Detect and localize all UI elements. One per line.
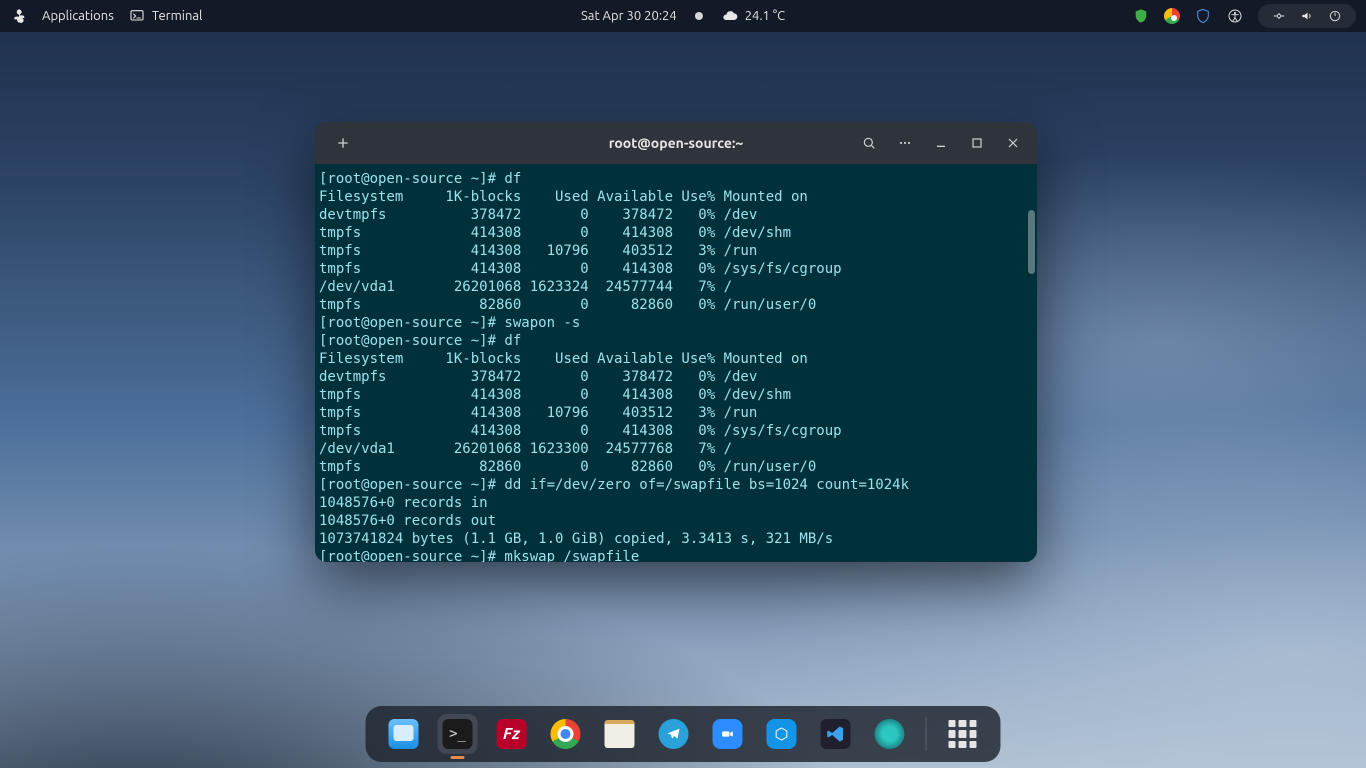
vscode-icon: [821, 719, 851, 749]
cloud-icon: [721, 7, 739, 25]
volume-icon: [1298, 7, 1316, 25]
apps-grid-icon: [949, 720, 977, 748]
running-indicator: [451, 756, 465, 759]
syncthing-icon: [767, 719, 797, 749]
dock-app-vscode[interactable]: [816, 714, 856, 754]
clock[interactable]: Sat Apr 30 20:24: [581, 9, 677, 23]
notification-dot-icon: [695, 12, 703, 20]
telegram-icon: [659, 719, 689, 749]
shield-tray-icon[interactable]: [1194, 7, 1212, 25]
applications-menu[interactable]: Applications: [42, 9, 114, 23]
window-titlebar[interactable]: root@open-source:~: [315, 122, 1037, 164]
system-status-area[interactable]: [1258, 4, 1356, 28]
power-icon: [1326, 7, 1344, 25]
terminal-viewport[interactable]: [root@open-source ~]# df Filesystem 1K-b…: [315, 164, 1037, 562]
text-editor-icon: [605, 720, 635, 748]
dock: >_ Fz: [366, 706, 1001, 762]
settings-icon: [875, 719, 905, 749]
dock-app-chrome[interactable]: [546, 714, 586, 754]
new-tab-button[interactable]: [327, 128, 359, 158]
terminal-window: root@open-source:~ [root@open-source ~]#…: [315, 122, 1037, 562]
zoom-icon: [713, 719, 743, 749]
terminal-icon: >_: [443, 719, 473, 749]
terminal-output: [root@open-source ~]# df Filesystem 1K-b…: [319, 170, 1031, 562]
files-icon: [389, 719, 419, 749]
maximize-button[interactable]: [961, 128, 993, 158]
dock-app-show-applications[interactable]: [943, 714, 983, 754]
search-button[interactable]: [853, 128, 885, 158]
open-app-label: Terminal: [152, 9, 203, 23]
dock-app-terminal[interactable]: >_: [438, 714, 478, 754]
open-app-indicator[interactable]: Terminal: [128, 7, 203, 25]
dock-separator: [926, 717, 927, 751]
scrollbar-thumb[interactable]: [1028, 210, 1035, 274]
weather-indicator[interactable]: 24.1 °C: [721, 7, 785, 25]
dock-app-zoom[interactable]: [708, 714, 748, 754]
filezilla-icon: Fz: [497, 719, 527, 749]
minimize-button[interactable]: [925, 128, 957, 158]
dock-app-settings[interactable]: [870, 714, 910, 754]
terminal-indicator-icon: [128, 7, 146, 25]
distro-logo-icon[interactable]: [10, 7, 28, 25]
chrome-tray-icon[interactable]: [1164, 8, 1180, 24]
dock-app-filezilla[interactable]: Fz: [492, 714, 532, 754]
window-title: root@open-source:~: [609, 135, 744, 151]
menu-button[interactable]: [889, 128, 921, 158]
accessibility-icon[interactable]: [1226, 7, 1244, 25]
weather-temp: 24.1 °C: [745, 9, 785, 23]
network-icon: [1270, 7, 1288, 25]
dock-app-files[interactable]: [384, 714, 424, 754]
chrome-icon: [551, 719, 581, 749]
close-button[interactable]: [997, 128, 1029, 158]
dock-app-telegram[interactable]: [654, 714, 694, 754]
dock-app-notes[interactable]: [600, 714, 640, 754]
top-panel: Applications Terminal Sat Apr 30 20:24 2…: [0, 0, 1366, 32]
security-icon[interactable]: [1132, 7, 1150, 25]
dock-app-syncthing[interactable]: [762, 714, 802, 754]
